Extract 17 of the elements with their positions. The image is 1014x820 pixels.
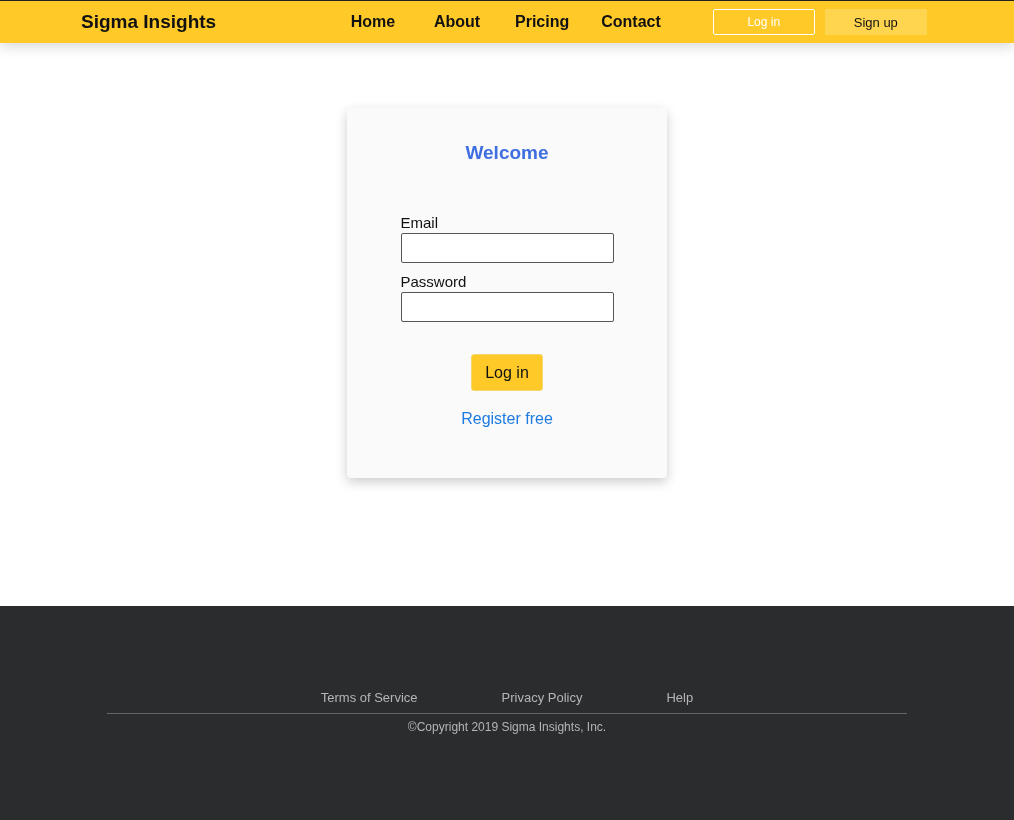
footer-link[interactable]: Help <box>666 690 694 705</box>
footer-link[interactable]: Privacy Policy <box>501 690 583 705</box>
field-label: Email <box>400 214 439 231</box>
signup-button[interactable]: Sign up <box>824 9 927 35</box>
nav-link[interactable]: About <box>415 13 499 31</box>
nav-link[interactable]: Pricing <box>499 13 586 31</box>
card-title: Welcome <box>465 142 549 164</box>
input-field[interactable] <box>400 292 614 322</box>
field-label: Password <box>400 273 468 290</box>
nav-link[interactable]: Contact <box>585 13 677 31</box>
nav-link[interactable]: Home <box>331 13 415 31</box>
copyright-text: ©Copyright 2019 Sigma Insights, Inc. <box>407 720 607 734</box>
footer-link[interactable]: Terms of Service <box>320 690 418 705</box>
brand-logo-text[interactable]: Sigma Insights <box>81 11 331 33</box>
register-link[interactable]: Register free <box>461 410 553 428</box>
input-field[interactable] <box>400 233 614 263</box>
submit-button[interactable]: Log in <box>471 354 543 391</box>
